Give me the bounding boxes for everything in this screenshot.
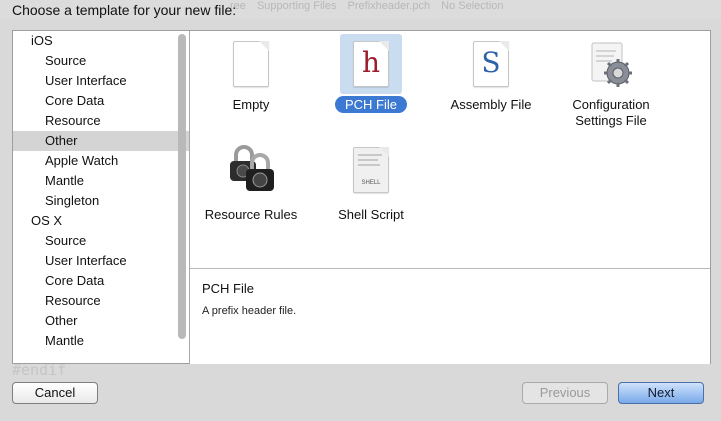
- sidebar-item-osx-mantle[interactable]: Mantle: [13, 331, 189, 351]
- sidebar-scrollbar[interactable]: [178, 34, 186, 339]
- shell-glyph: SHELL: [361, 180, 381, 186]
- sidebar-item-ios-user-interface[interactable]: User Interface: [13, 71, 189, 91]
- background-breadcrumb: ree Supporting Files Prefixheader.pch No…: [230, 0, 512, 14]
- template-shell-script[interactable]: SHELL Shell Script: [311, 137, 431, 237]
- sidebar-item-osx-resource[interactable]: Resource: [13, 291, 189, 311]
- template-chooser-panel: iOS Source User Interface Core Data Reso…: [12, 30, 711, 364]
- template-details: PCH File A prefix header file.: [190, 268, 710, 364]
- sidebar-item-osx-user-interface[interactable]: User Interface: [13, 251, 189, 271]
- sidebar-item-ios-resource[interactable]: Resource: [13, 111, 189, 131]
- breadcrumb-item: Prefixheader.pch: [347, 0, 431, 12]
- previous-button[interactable]: Previous: [522, 382, 608, 404]
- sidebar-group-ios[interactable]: iOS: [13, 31, 189, 51]
- template-label: Assembly File: [450, 97, 532, 112]
- padlocks-icon: [226, 143, 276, 198]
- template-configuration-settings[interactable]: Configuration Settings File: [551, 31, 671, 131]
- sidebar-item-osx-source[interactable]: Source: [13, 231, 189, 251]
- template-empty[interactable]: Empty: [191, 31, 311, 131]
- sidebar-item-osx-other[interactable]: Other: [13, 311, 189, 331]
- template-resource-rules[interactable]: Resource Rules: [191, 137, 311, 237]
- breadcrumb-item: No Selection: [441, 0, 504, 12]
- dialog-title: Choose a template for your new file:: [12, 2, 237, 18]
- template-pch-file[interactable]: h PCH File: [311, 31, 431, 131]
- pch-file-icon: h: [353, 41, 389, 87]
- template-grid: Empty h PCH File S Assembly File Configu…: [190, 31, 710, 268]
- empty-document-icon: [233, 41, 269, 87]
- sidebar-item-ios-singleton[interactable]: Singleton: [13, 191, 189, 211]
- template-assembly-file[interactable]: S Assembly File: [431, 31, 551, 131]
- details-description: A prefix header file.: [202, 305, 297, 317]
- sidebar-item-ios-apple-watch[interactable]: Apple Watch: [13, 151, 189, 171]
- details-title: PCH File: [202, 281, 255, 296]
- configuration-settings-icon: [588, 39, 634, 92]
- template-label: Shell Script: [338, 207, 404, 222]
- sidebar-item-ios-mantle[interactable]: Mantle: [13, 171, 189, 191]
- assembly-glyph: S: [481, 46, 501, 79]
- template-label: Configuration Settings File: [572, 97, 650, 128]
- category-sidebar: iOS Source User Interface Core Data Reso…: [13, 31, 190, 363]
- template-label: Resource Rules: [204, 207, 298, 222]
- sidebar-group-osx[interactable]: OS X: [13, 211, 189, 231]
- template-label: PCH File: [334, 96, 407, 113]
- sidebar-item-ios-source[interactable]: Source: [13, 51, 189, 71]
- template-content: Empty h PCH File S Assembly File Configu…: [190, 31, 710, 364]
- breadcrumb-item: Supporting Files: [256, 0, 337, 12]
- pch-glyph: h: [361, 46, 381, 79]
- template-label: Empty: [232, 97, 270, 112]
- next-button[interactable]: Next: [618, 382, 704, 404]
- shell-script-icon: SHELL: [353, 147, 389, 193]
- sidebar-item-ios-other[interactable]: Other: [13, 131, 189, 151]
- sidebar-item-osx-core-data[interactable]: Core Data: [13, 271, 189, 291]
- assembly-file-icon: S: [473, 41, 509, 87]
- sidebar-item-ios-core-data[interactable]: Core Data: [13, 91, 189, 111]
- cancel-button[interactable]: Cancel: [12, 382, 98, 404]
